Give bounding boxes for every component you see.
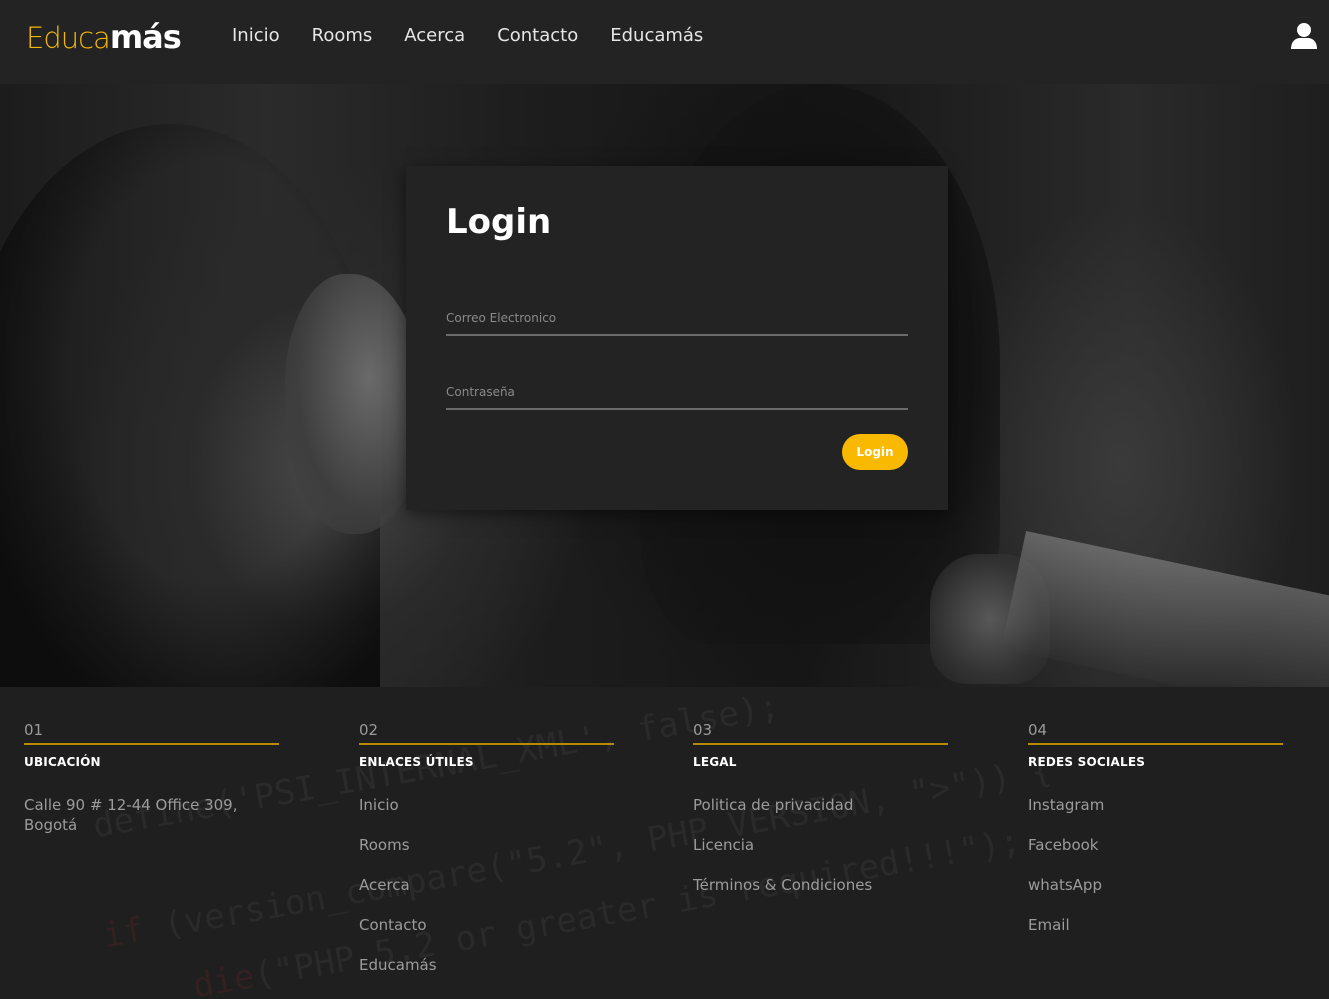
footer-link-email[interactable]: Email xyxy=(1028,915,1283,935)
footer-link-rooms[interactable]: Rooms xyxy=(359,835,614,855)
email-field-wrapper xyxy=(446,300,908,336)
hero-screen-glow xyxy=(1001,531,1329,687)
footer-address: Calle 90 # 12-44 Office 309, Bogotá xyxy=(24,796,238,834)
email-field[interactable] xyxy=(446,300,908,334)
nav-link-contacto[interactable]: Contacto xyxy=(481,22,594,50)
footer-link-facebook[interactable]: Facebook xyxy=(1028,835,1283,855)
footer-link-educamas[interactable]: Educamás xyxy=(359,955,614,975)
footer-column-number: 03 xyxy=(693,721,948,745)
nav-link-acerca[interactable]: Acerca xyxy=(388,22,481,50)
footer-link-terminos[interactable]: Términos & Condiciones xyxy=(693,875,948,895)
footer-column-ubicacion: 01 UBICACIÓN Calle 90 # 12-44 Office 309… xyxy=(24,721,279,855)
footer-column-number: 02 xyxy=(359,721,614,745)
footer-column-title: REDES SOCIALES xyxy=(1028,755,1146,769)
footer-column-number: 01 xyxy=(24,721,279,745)
footer-column-title: UBICACIÓN xyxy=(24,755,101,769)
footer-column-enlaces: 02 ENLACES ÚTILES Inicio Rooms Acerca Co… xyxy=(359,721,614,995)
footer-link-privacidad[interactable]: Politica de privacidad xyxy=(693,795,948,815)
login-card: Login Login xyxy=(406,166,948,510)
footer-link-instagram[interactable]: Instagram xyxy=(1028,795,1283,815)
password-field-wrapper xyxy=(446,374,908,410)
main-nav: Inicio Rooms Acerca Contacto Educamás xyxy=(216,22,719,50)
password-field[interactable] xyxy=(446,374,908,408)
footer-link-contacto[interactable]: Contacto xyxy=(359,915,614,935)
footer-column-legal: 03 LEGAL Politica de privacidad Licencia… xyxy=(693,721,948,915)
user-icon[interactable] xyxy=(1291,22,1317,50)
footer-column-title: ENLACES ÚTILES xyxy=(359,755,474,769)
top-navbar: Educa más Inicio Rooms Acerca Contacto E… xyxy=(0,0,1329,84)
login-title: Login xyxy=(446,202,552,242)
footer-column-redes: 04 REDES SOCIALES Instagram Facebook wha… xyxy=(1028,721,1283,955)
logo-educa-text: Educa xyxy=(26,21,111,55)
footer-column-title: LEGAL xyxy=(693,755,737,769)
footer-link-acerca[interactable]: Acerca xyxy=(359,875,614,895)
footer-link-inicio[interactable]: Inicio xyxy=(359,795,614,815)
footer-link-licencia[interactable]: Licencia xyxy=(693,835,948,855)
nav-link-educamas[interactable]: Educamás xyxy=(594,22,719,50)
footer: define('PSI_INTERNAL_XML', false); if (v… xyxy=(0,687,1329,999)
logo-mas-text: más xyxy=(109,18,182,56)
footer-column-number: 04 xyxy=(1028,721,1283,745)
footer-link-whatsapp[interactable]: whatsApp xyxy=(1028,875,1283,895)
nav-link-rooms[interactable]: Rooms xyxy=(296,22,389,50)
login-button[interactable]: Login xyxy=(842,434,908,470)
hero-figure-face xyxy=(285,274,425,534)
educamas-logo[interactable]: Educa más xyxy=(26,18,182,58)
nav-link-inicio[interactable]: Inicio xyxy=(216,22,296,50)
